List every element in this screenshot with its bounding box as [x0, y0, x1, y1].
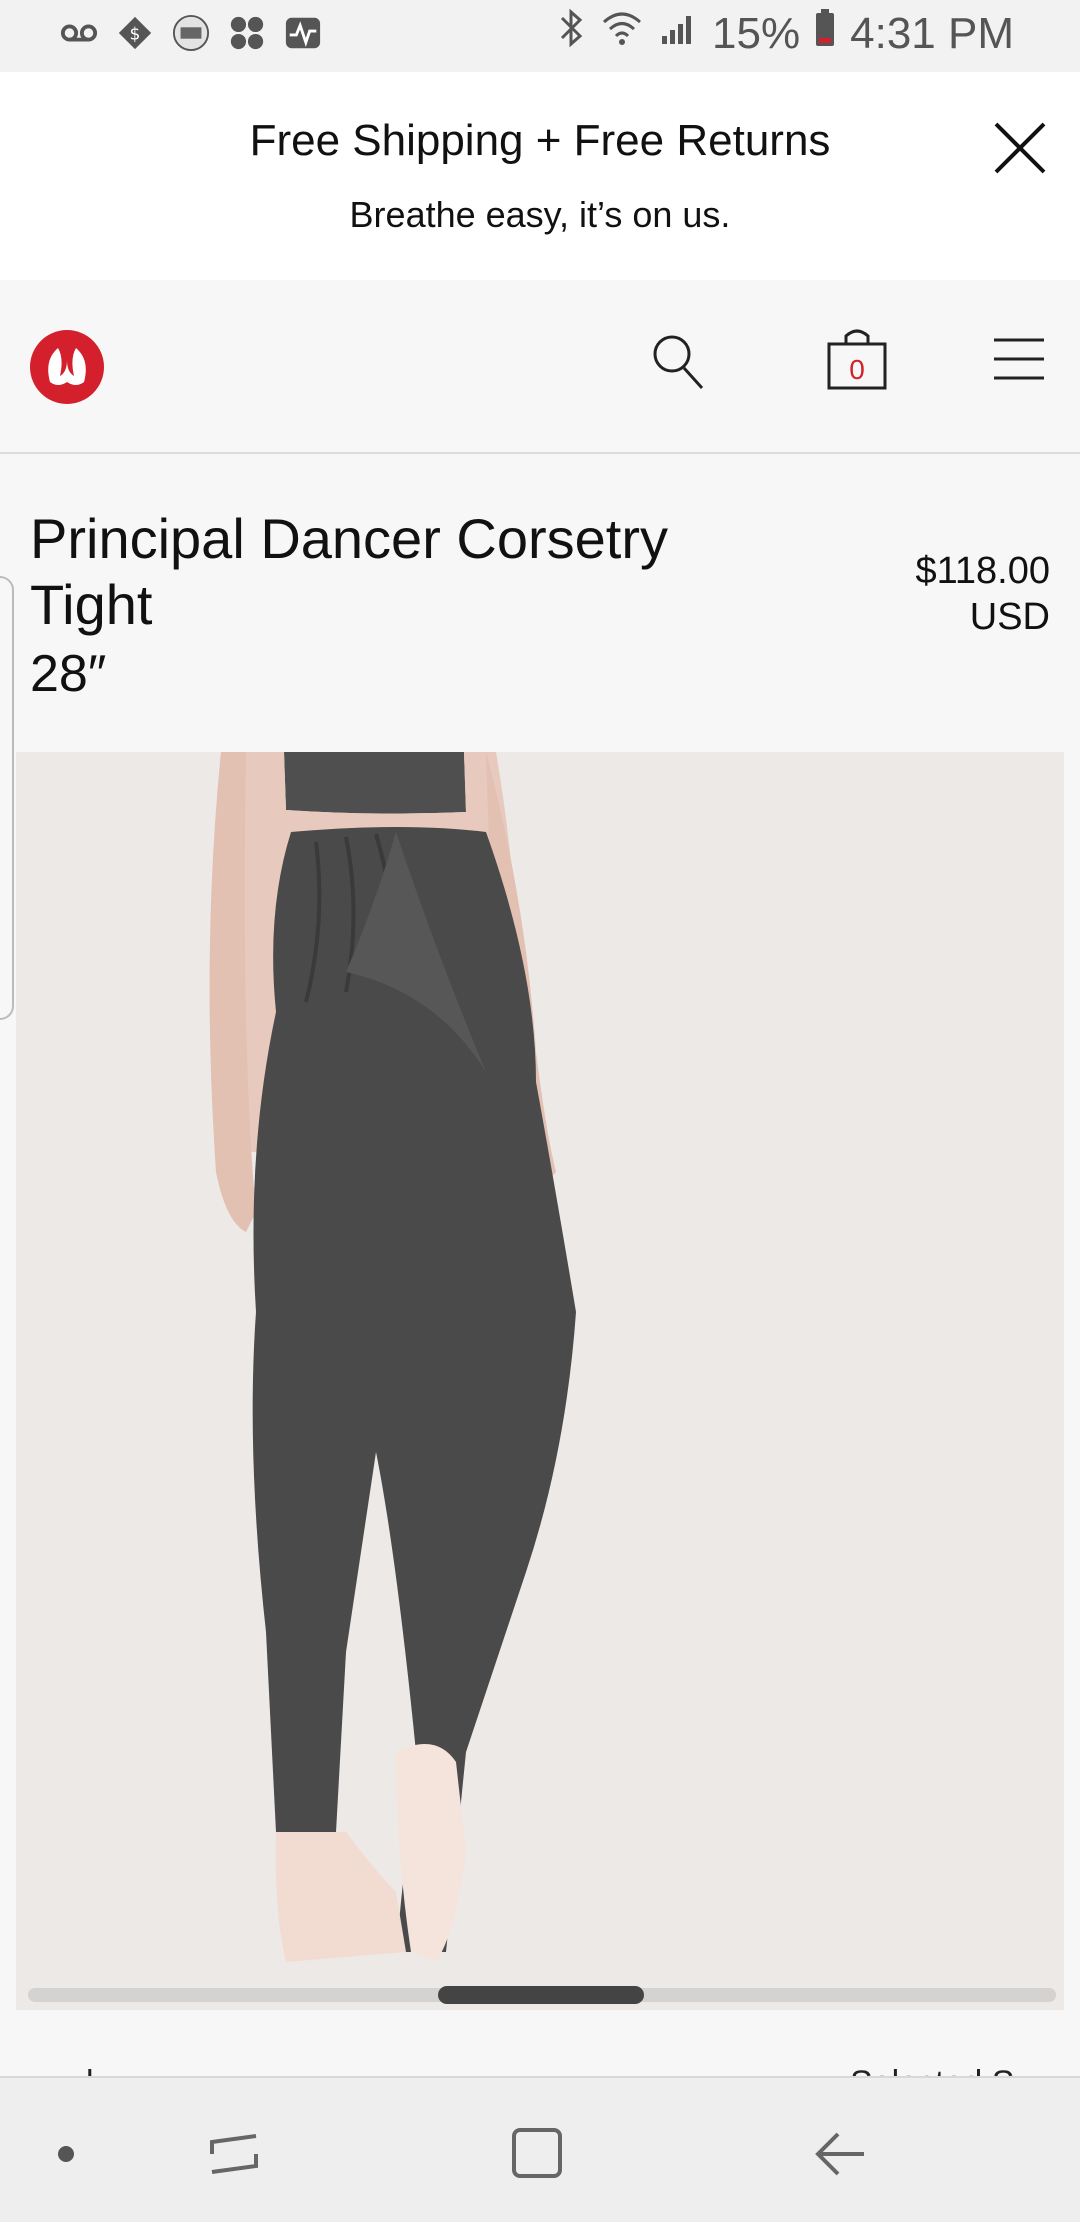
hamburger-menu-icon[interactable] [992, 336, 1046, 382]
bluetooth-icon [558, 8, 586, 59]
product-image[interactable] [16, 752, 1064, 2010]
promo-title: Free Shipping + Free Returns [249, 116, 831, 165]
site-header: 0 [0, 280, 1080, 454]
promo-subtitle: Breathe easy, it’s on us. [349, 194, 731, 235]
toon-blast-icon [172, 14, 210, 52]
dollar-tag-icon: $ [116, 14, 154, 52]
price-currency: USD [969, 596, 1050, 638]
signal-icon [658, 8, 698, 59]
product-price: $118.00 USD [915, 548, 1050, 640]
game-icon [228, 14, 266, 52]
status-bar: $ 15% 4:31 PM [0, 0, 1080, 72]
clock: 4:31 PM [850, 8, 1014, 58]
price-amount: $118.00 [915, 550, 1050, 592]
product-length: 28″ [30, 645, 107, 703]
wifi-icon [600, 8, 644, 59]
search-icon[interactable] [650, 332, 706, 392]
image-carousel-thumb[interactable] [438, 1986, 644, 2004]
voicemail-icon [60, 14, 98, 52]
battery-icon [814, 8, 836, 59]
recent-apps-icon[interactable] [208, 2126, 260, 2182]
system-nav-bar [0, 2076, 1080, 2222]
back-icon[interactable] [812, 2126, 868, 2182]
battery-percent: 15% [712, 8, 801, 58]
home-icon[interactable] [510, 2126, 564, 2180]
nav-dot-icon[interactable] [58, 2146, 74, 2162]
bag-count: 0 [849, 354, 865, 385]
promo-banner: Free Shipping + Free Returns Breathe eas… [0, 72, 1080, 280]
shopping-bag-icon[interactable]: 0 [826, 326, 888, 392]
activity-icon [284, 14, 322, 52]
lululemon-logo[interactable] [30, 330, 104, 404]
product-name: Principal Dancer Corsetry Tight [30, 507, 668, 636]
close-icon[interactable] [990, 118, 1050, 178]
svg-text:$: $ [130, 25, 141, 45]
side-drawer-handle[interactable] [0, 576, 14, 1020]
